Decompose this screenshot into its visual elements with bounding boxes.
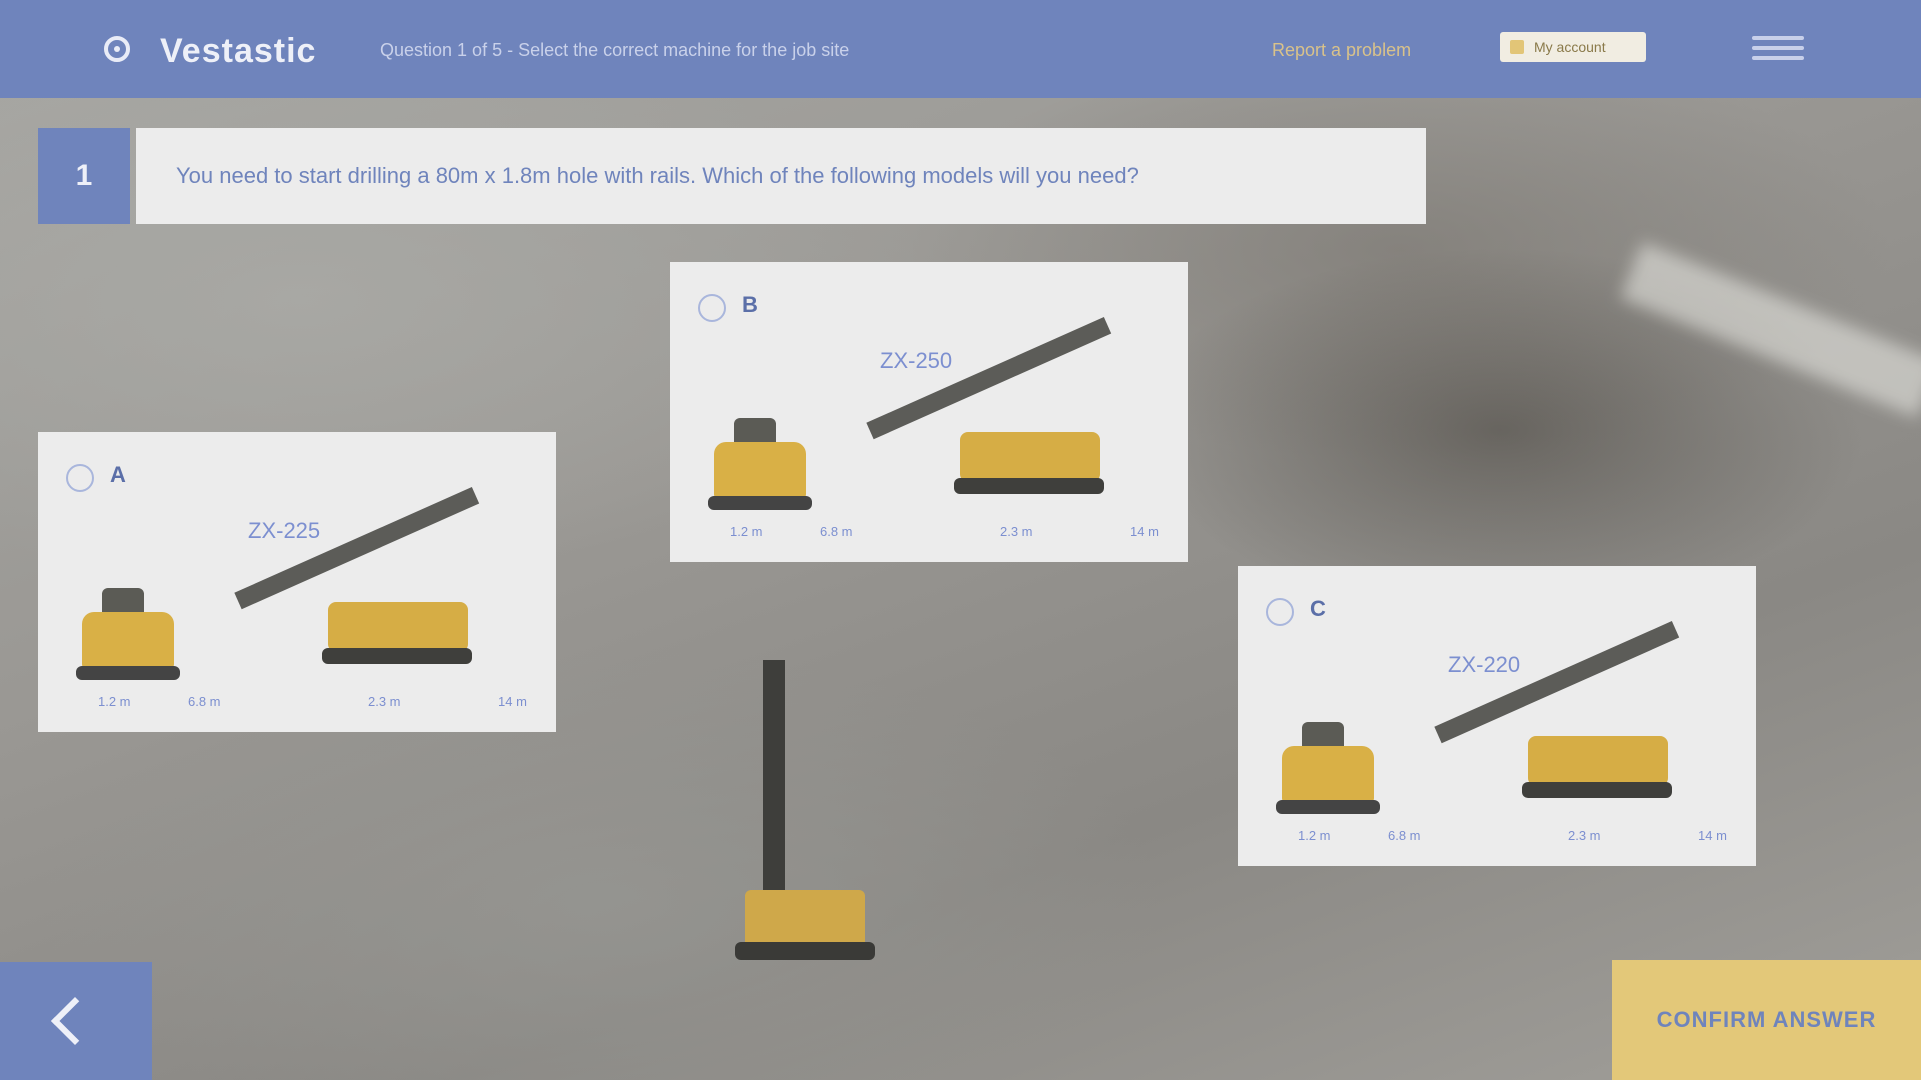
drilling-rig-image <box>735 650 895 970</box>
question-text: You need to start drilling a 80m x 1.8m … <box>136 128 1426 224</box>
radio-icon[interactable] <box>698 294 726 322</box>
chevron-left-icon <box>50 996 100 1046</box>
dimension-label: 14 m <box>498 694 527 709</box>
confirm-answer-button[interactable]: CONFIRM ANSWER <box>1612 960 1921 1080</box>
logo-icon <box>104 36 130 62</box>
option-card-a[interactable]: A ZX-225 1.2 m 6.8 m 2.3 m 14 m <box>38 432 556 732</box>
rig-front-view <box>1272 716 1382 816</box>
rig-front-view <box>72 582 182 682</box>
user-icon <box>1510 40 1524 54</box>
rig-side-view <box>234 487 508 682</box>
menu-icon[interactable] <box>1752 30 1804 70</box>
dimension-label: 1.2 m <box>98 694 131 709</box>
dimension-label: 14 m <box>1698 828 1727 843</box>
account-button[interactable]: My account <box>1500 32 1646 62</box>
option-letter: A <box>110 462 126 487</box>
dimension-label: 2.3 m <box>368 694 401 709</box>
radio-icon[interactable] <box>1266 598 1294 626</box>
back-button[interactable] <box>0 962 152 1080</box>
rig-side-view <box>866 317 1140 512</box>
question-number: 1 <box>38 128 130 224</box>
rig-side-view <box>1434 621 1708 816</box>
dimension-label: 6.8 m <box>188 694 221 709</box>
dimension-label: 6.8 m <box>820 524 853 539</box>
account-button-label: My account <box>1534 39 1606 55</box>
option-card-b[interactable]: B ZX-250 1.2 m 6.8 m 2.3 m 14 m <box>670 262 1188 562</box>
dimension-label: 1.2 m <box>730 524 763 539</box>
brand-name: Vestastic <box>160 32 317 70</box>
dimension-label: 14 m <box>1130 524 1159 539</box>
option-letter: C <box>1310 596 1326 621</box>
dimension-label: 2.3 m <box>1000 524 1033 539</box>
dimension-label: 1.2 m <box>1298 828 1331 843</box>
rig-front-view <box>704 412 814 512</box>
report-problem-link[interactable]: Report a problem <box>1272 40 1411 61</box>
radio-icon[interactable] <box>66 464 94 492</box>
dimension-label: 6.8 m <box>1388 828 1421 843</box>
option-letter: B <box>742 292 758 317</box>
dimension-label: 2.3 m <box>1568 828 1601 843</box>
option-card-c[interactable]: C ZX-220 1.2 m 6.8 m 2.3 m 14 m <box>1238 566 1756 866</box>
top-header: Vestastic Question 1 of 5 - Select the c… <box>0 0 1921 98</box>
header-subtitle: Question 1 of 5 - Select the correct mac… <box>380 40 850 60</box>
